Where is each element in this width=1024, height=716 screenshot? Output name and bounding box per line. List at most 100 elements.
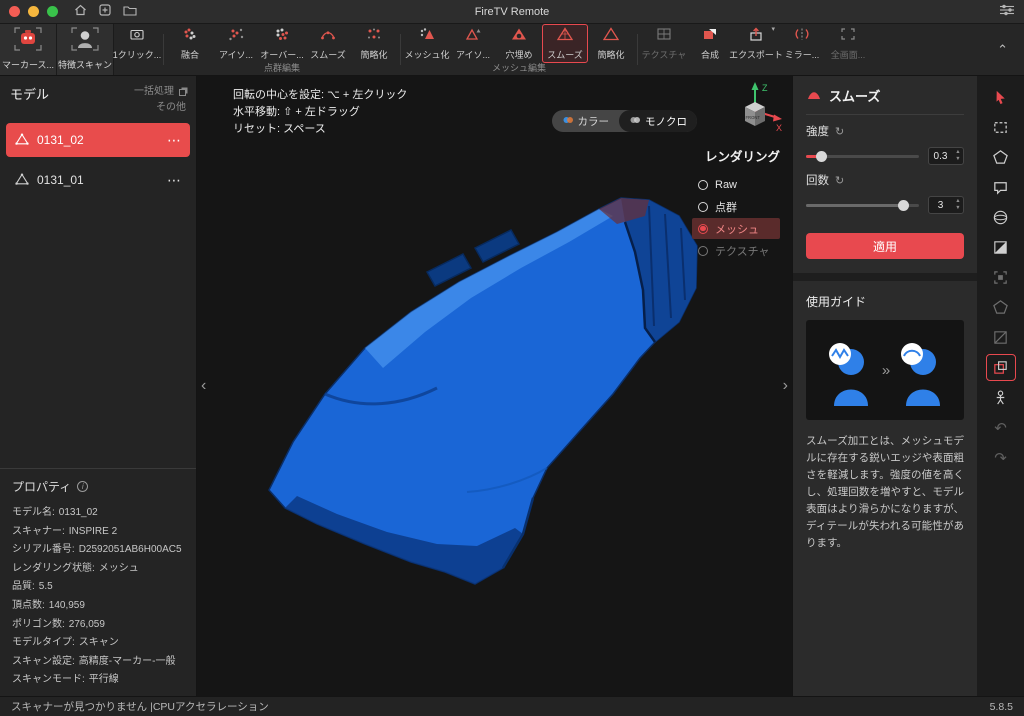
toggle-mono-option[interactable]: モノクロ	[619, 110, 697, 132]
guide-rough-bust-image	[822, 332, 876, 408]
property-label: レンダリング状態:	[12, 560, 95, 579]
app-version: 5.8.5	[990, 701, 1013, 713]
open-folder-icon[interactable]	[123, 3, 137, 21]
tool-hole-fill[interactable]: 穴埋め	[496, 24, 542, 63]
strength-slider-handle[interactable]	[816, 151, 827, 162]
strength-value-stepper[interactable]: 0.3 ▲▼	[928, 147, 964, 165]
step-up-icon[interactable]: ▲	[955, 198, 960, 204]
iterations-slider[interactable]	[806, 199, 919, 212]
iterations-reset-icon[interactable]: ↻	[835, 174, 844, 187]
property-value: INSPIRE 2	[69, 523, 117, 542]
step-down-icon[interactable]: ▼	[955, 205, 960, 211]
tool-meshify[interactable]: メッシュ化	[404, 24, 450, 63]
property-label: 頂点数:	[12, 597, 45, 616]
rect-select-icon[interactable]	[986, 114, 1016, 141]
tool-fusion[interactable]: 融合	[167, 24, 213, 63]
property-row: ポリゴン数:276,059	[12, 616, 184, 635]
other-button[interactable]: その他	[156, 102, 186, 113]
property-label: モデルタイプ:	[12, 634, 75, 653]
panel-toggle-icon[interactable]	[986, 354, 1016, 381]
tool-mesh-smooth[interactable]: スムーズ	[542, 24, 588, 63]
polygon-select-icon[interactable]	[986, 144, 1016, 171]
tool-label: 合成	[701, 48, 719, 61]
tool-mirror[interactable]: ミラー...	[779, 24, 825, 63]
zoom-window-button[interactable]	[47, 6, 58, 17]
info-icon[interactable]: i	[77, 481, 88, 492]
iterations-slider-handle[interactable]	[898, 200, 909, 211]
fit-view-icon[interactable]	[986, 264, 1016, 291]
property-label: モデル名:	[12, 504, 55, 523]
tool-one-click[interactable]: 1クリック...	[114, 24, 160, 63]
tool-label: 融合	[181, 48, 199, 61]
strength-reset-icon[interactable]: ↻	[835, 125, 844, 138]
mesh-model-icon	[15, 173, 29, 188]
contrast-icon[interactable]	[986, 234, 1016, 261]
guide-arrows-icon: »	[882, 362, 888, 379]
home-icon[interactable]	[74, 3, 87, 21]
batch-process-button[interactable]: 一括処理	[134, 84, 186, 100]
select-tool-icon[interactable]	[986, 84, 1016, 111]
tool-label: 穴埋め	[505, 48, 532, 61]
tool-export[interactable]: ▾ エクスポート	[733, 24, 779, 63]
tool-fullscreen[interactable]: 全画面...	[825, 24, 871, 63]
fullscreen-icon	[840, 27, 856, 46]
sphere-view-icon[interactable]	[986, 204, 1016, 231]
gizmo-front-label: FRONT	[746, 115, 761, 120]
step-up-icon[interactable]: ▲	[955, 149, 960, 155]
tool-label: マーカース...	[2, 58, 54, 71]
tool-texture[interactable]: テクスチャ	[641, 24, 687, 63]
tool-marker-scan[interactable]: マーカース...	[0, 24, 57, 75]
viewport-3d[interactable]: 回転の中心を設定: ⌥ + 左クリック 水平移動: ⇧ + 左ドラッグ リセット…	[197, 76, 792, 696]
model-list-item[interactable]: 0131_02 ⋯	[6, 123, 190, 157]
tool-pc-isolation[interactable]: アイソ...	[213, 24, 259, 63]
sidebar-header: モデル 一括処理 その他	[0, 76, 196, 120]
undo-icon[interactable]: ↶	[986, 414, 1016, 441]
collapse-right-panel-chevron[interactable]: ›	[780, 365, 791, 407]
property-value: D2592051AB6H00AC5	[79, 541, 182, 560]
collapse-left-panel-chevron[interactable]: ‹	[198, 365, 209, 407]
comment-icon[interactable]	[986, 174, 1016, 201]
tool-composite[interactable]: 合成	[687, 24, 733, 63]
tool-mesh-simplify[interactable]: 簡略化	[588, 24, 634, 63]
settings-sliders-icon[interactable]	[999, 3, 1015, 21]
model-list-item[interactable]: 0131_01 ⋯	[6, 163, 190, 197]
toolbar-collapse-chevron[interactable]: ⌃	[981, 42, 1024, 58]
pentagon-tool-icon[interactable]	[986, 294, 1016, 321]
orientation-gizmo[interactable]: Z X FRONT	[729, 78, 785, 141]
close-window-button[interactable]	[9, 6, 20, 17]
rendering-option-pointcloud[interactable]: 点群	[692, 196, 780, 217]
minimize-window-button[interactable]	[28, 6, 39, 17]
rendering-option-label: テクスチャ	[715, 243, 770, 259]
rendering-option-label: 点群	[715, 199, 737, 215]
model-menu-icon[interactable]: ⋯	[167, 132, 181, 149]
tool-pc-overlap[interactable]: オーバー...	[259, 24, 305, 63]
rendering-option-raw[interactable]: Raw	[692, 174, 780, 195]
property-label: ポリゴン数:	[12, 616, 65, 635]
apply-button[interactable]: 適用	[806, 233, 964, 259]
tool-pc-simplify[interactable]: 簡略化	[351, 24, 397, 63]
window-title: FireTV Remote	[0, 6, 1024, 18]
feature-scan-bust-icon	[70, 26, 100, 57]
pose-tool-icon[interactable]	[986, 384, 1016, 411]
new-project-icon[interactable]	[99, 3, 111, 21]
strength-slider[interactable]	[806, 150, 919, 163]
rendering-option-texture[interactable]: テクスチャ	[692, 240, 780, 261]
iterations-value: 3	[929, 200, 952, 211]
rendering-option-mesh[interactable]: メッシュ	[692, 218, 780, 239]
gizmo-x-label: X	[776, 123, 782, 133]
tool-pc-smooth[interactable]: スムーズ	[305, 24, 351, 63]
usage-guide-card: 使用ガイド » スムーズ加工とは	[793, 281, 977, 696]
model-menu-icon[interactable]: ⋯	[167, 172, 181, 189]
redo-icon[interactable]: ↷	[986, 444, 1016, 471]
toggle-color-option[interactable]: カラー	[552, 110, 620, 132]
tool-label: アイソ...	[456, 48, 490, 61]
tool-feature-scan[interactable]: 特徴スキャン	[57, 24, 114, 75]
tool-mesh-isolation[interactable]: アイソ...	[450, 24, 496, 63]
smooth-panel-icon	[806, 87, 822, 105]
step-down-icon[interactable]: ▼	[955, 156, 960, 162]
property-row: 品質:5.5	[12, 578, 184, 597]
property-value: 平行線	[89, 671, 119, 690]
iterations-value-stepper[interactable]: 3 ▲▼	[928, 196, 964, 214]
pointcloud-simplify-icon	[366, 27, 382, 46]
plane-cut-icon[interactable]	[986, 324, 1016, 351]
